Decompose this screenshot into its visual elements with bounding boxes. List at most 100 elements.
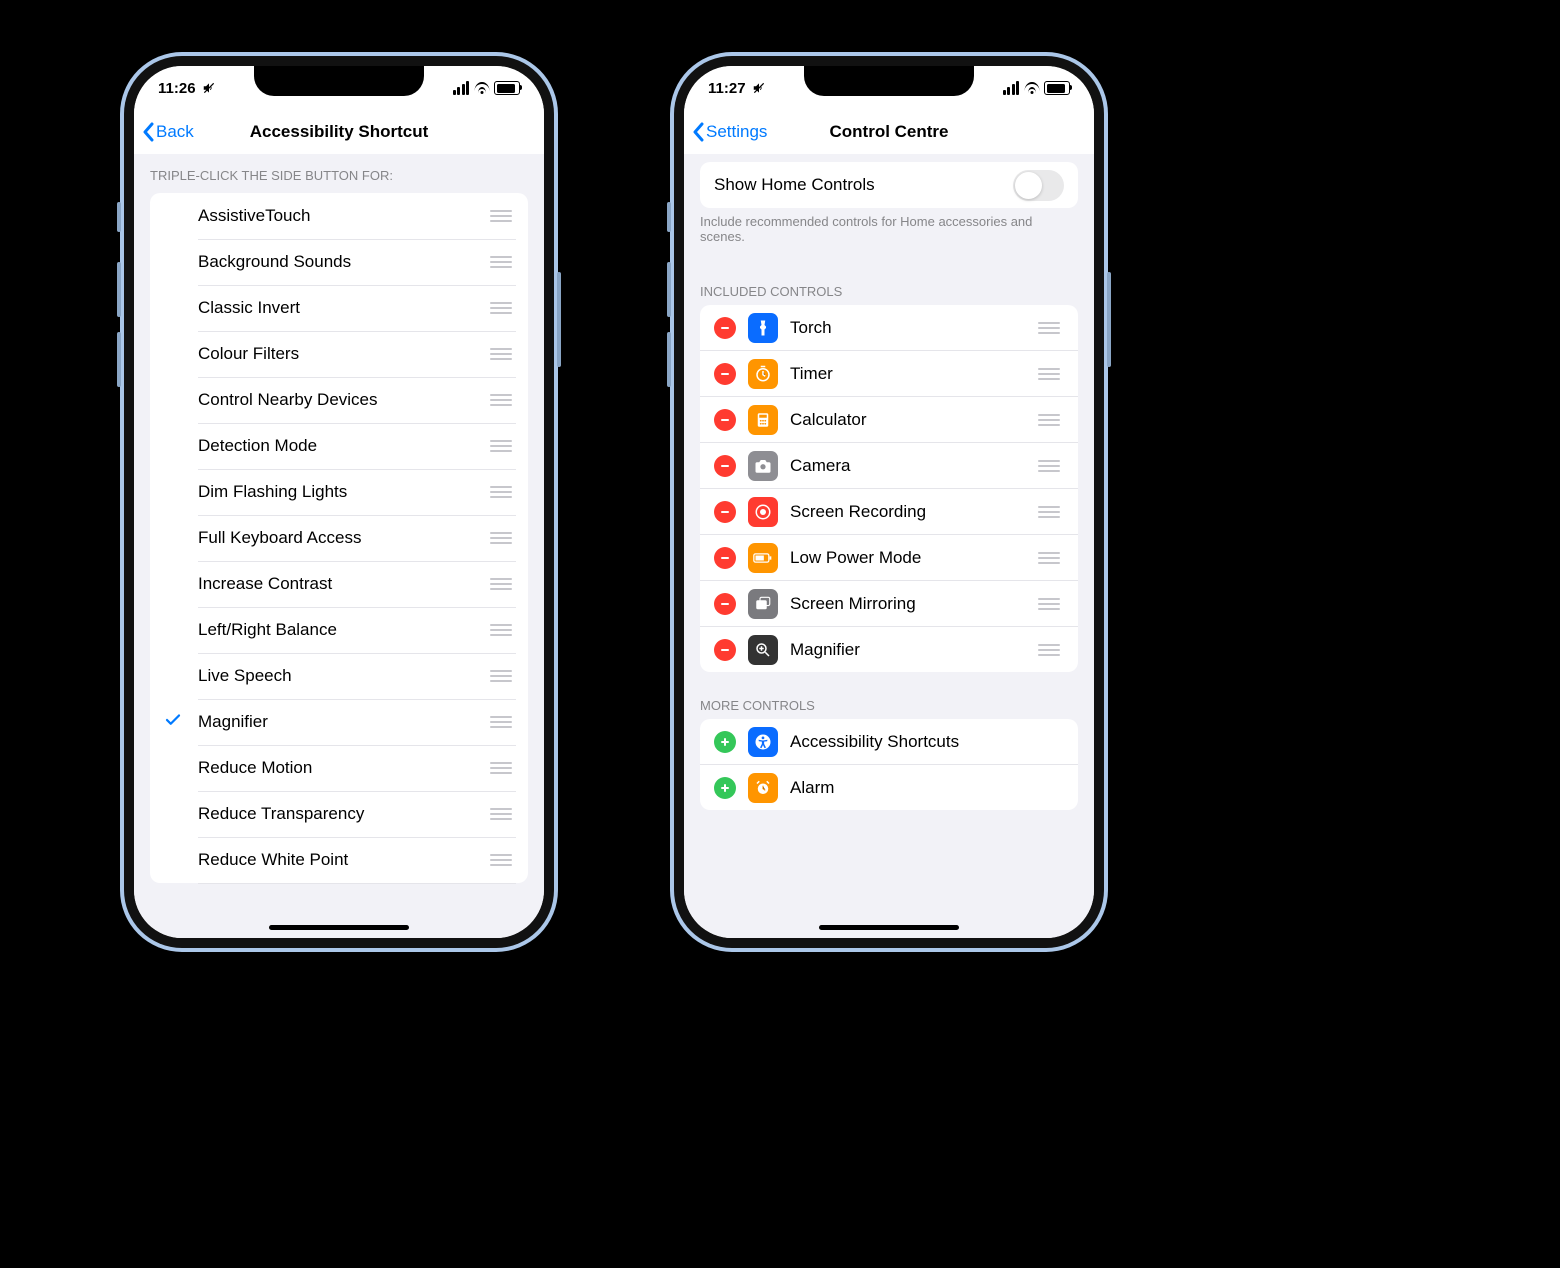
magnifier-icon: [748, 635, 778, 665]
show-home-controls-row[interactable]: Show Home Controls: [700, 162, 1078, 208]
reorder-handle-icon[interactable]: [486, 344, 516, 364]
home-controls-card: Show Home Controls: [700, 162, 1078, 208]
record-icon: [748, 497, 778, 527]
mute-icon: [752, 81, 766, 95]
remove-button[interactable]: [714, 363, 736, 385]
volume-down-button: [667, 332, 671, 387]
back-button[interactable]: Back: [134, 122, 194, 142]
shortcut-label: Left/Right Balance: [198, 620, 486, 640]
control-row[interactable]: Low Power Mode: [700, 534, 1078, 580]
reorder-handle-icon[interactable]: [1034, 456, 1064, 476]
control-row[interactable]: Alarm: [700, 764, 1078, 810]
reorder-handle-icon[interactable]: [486, 436, 516, 456]
reorder-handle-icon[interactable]: [486, 252, 516, 272]
iphone-frame-right: 11:27 Settings Control Centre: [670, 52, 1108, 952]
content-area[interactable]: Show Home Controls Include recommended c…: [684, 154, 1094, 938]
nav-bar: Settings Control Centre: [684, 110, 1094, 154]
control-row[interactable]: Magnifier: [700, 626, 1078, 672]
shortcut-row[interactable]: Reduce White Point: [150, 837, 528, 883]
reorder-handle-icon[interactable]: [1034, 410, 1064, 430]
control-row[interactable]: Timer: [700, 350, 1078, 396]
reorder-handle-icon[interactable]: [1034, 548, 1064, 568]
remove-button[interactable]: [714, 593, 736, 615]
back-button[interactable]: Settings: [684, 122, 767, 142]
reorder-handle-icon[interactable]: [486, 804, 516, 824]
shortcut-label: Dim Flashing Lights: [198, 482, 486, 502]
calculator-icon: [748, 405, 778, 435]
shortcut-row[interactable]: Classic Invert: [150, 285, 528, 331]
shortcut-row[interactable]: Control Nearby Devices: [150, 377, 528, 423]
control-row[interactable]: Accessibility Shortcuts: [700, 719, 1078, 764]
shortcut-label: Reduce Transparency: [198, 804, 486, 824]
shortcut-row[interactable]: Dim Flashing Lights: [150, 469, 528, 515]
home-controls-toggle[interactable]: [1013, 170, 1064, 201]
reorder-handle-icon[interactable]: [486, 574, 516, 594]
reorder-handle-icon[interactable]: [486, 666, 516, 686]
volume-up-button: [117, 262, 121, 317]
shortcut-row[interactable]: Left/Right Balance: [150, 607, 528, 653]
reorder-handle-icon[interactable]: [1034, 640, 1064, 660]
home-indicator[interactable]: [269, 925, 409, 930]
shortcut-row[interactable]: Background Sounds: [150, 239, 528, 285]
notch: [254, 66, 424, 96]
shortcut-row[interactable]: Live Speech: [150, 653, 528, 699]
reorder-handle-icon[interactable]: [486, 758, 516, 778]
remove-button[interactable]: [714, 501, 736, 523]
shortcut-label: Reduce Motion: [198, 758, 486, 778]
battery-icon: [494, 81, 520, 95]
volume-up-button: [667, 262, 671, 317]
control-row[interactable]: Screen Mirroring: [700, 580, 1078, 626]
wifi-icon: [1023, 82, 1040, 94]
reorder-handle-icon[interactable]: [486, 206, 516, 226]
shortcut-label: Magnifier: [198, 712, 486, 732]
reorder-handle-icon[interactable]: [486, 850, 516, 870]
screenshot-stage: 11:26 Back Accessibility Shortcut: [0, 0, 1560, 1268]
shortcut-label: Increase Contrast: [198, 574, 486, 594]
shortcut-row[interactable]: Magnifier: [150, 699, 528, 745]
control-row[interactable]: Camera: [700, 442, 1078, 488]
shortcut-row[interactable]: Full Keyboard Access: [150, 515, 528, 561]
control-row[interactable]: Screen Recording: [700, 488, 1078, 534]
reorder-handle-icon[interactable]: [486, 390, 516, 410]
included-header: INCLUDED CONTROLS: [684, 258, 1094, 305]
shortcut-row[interactable]: Reduce Motion: [150, 745, 528, 791]
clock: 11:27: [708, 80, 746, 97]
cellular-icon: [1003, 81, 1020, 95]
home-controls-footer: Include recommended controls for Home ac…: [684, 208, 1094, 258]
control-label: Screen Mirroring: [790, 594, 1022, 614]
reorder-handle-icon[interactable]: [1034, 594, 1064, 614]
shortcut-row[interactable]: Colour Filters: [150, 331, 528, 377]
shortcut-label: Full Keyboard Access: [198, 528, 486, 548]
add-button[interactable]: [714, 777, 736, 799]
shortcut-list: AssistiveTouch Background SoundsClassic I…: [150, 193, 528, 883]
reorder-handle-icon[interactable]: [486, 620, 516, 640]
control-label: Accessibility Shortcuts: [790, 732, 1064, 752]
shortcut-label: Colour Filters: [198, 344, 486, 364]
shortcut-label: AssistiveTouch: [198, 206, 486, 226]
reorder-handle-icon[interactable]: [486, 298, 516, 318]
control-row[interactable]: Calculator: [700, 396, 1078, 442]
home-indicator[interactable]: [819, 925, 959, 930]
shortcut-label: Control Nearby Devices: [198, 390, 486, 410]
shortcut-row[interactable]: AssistiveTouch: [150, 193, 528, 239]
battery-icon: [748, 543, 778, 573]
add-button[interactable]: [714, 731, 736, 753]
remove-button[interactable]: [714, 547, 736, 569]
shortcut-row[interactable]: Reduce Transparency: [150, 791, 528, 837]
reorder-handle-icon[interactable]: [1034, 364, 1064, 384]
silence-switch: [667, 202, 671, 232]
reorder-handle-icon[interactable]: [486, 482, 516, 502]
remove-button[interactable]: [714, 317, 736, 339]
alarm-icon: [748, 773, 778, 803]
reorder-handle-icon[interactable]: [1034, 318, 1064, 338]
shortcut-row[interactable]: Detection Mode: [150, 423, 528, 469]
remove-button[interactable]: [714, 639, 736, 661]
remove-button[interactable]: [714, 455, 736, 477]
content-area[interactable]: TRIPLE-CLICK THE SIDE BUTTON FOR: Assist…: [134, 154, 544, 938]
remove-button[interactable]: [714, 409, 736, 431]
shortcut-row[interactable]: Increase Contrast: [150, 561, 528, 607]
reorder-handle-icon[interactable]: [486, 528, 516, 548]
reorder-handle-icon[interactable]: [486, 712, 516, 732]
reorder-handle-icon[interactable]: [1034, 502, 1064, 522]
control-row[interactable]: Torch: [700, 305, 1078, 350]
